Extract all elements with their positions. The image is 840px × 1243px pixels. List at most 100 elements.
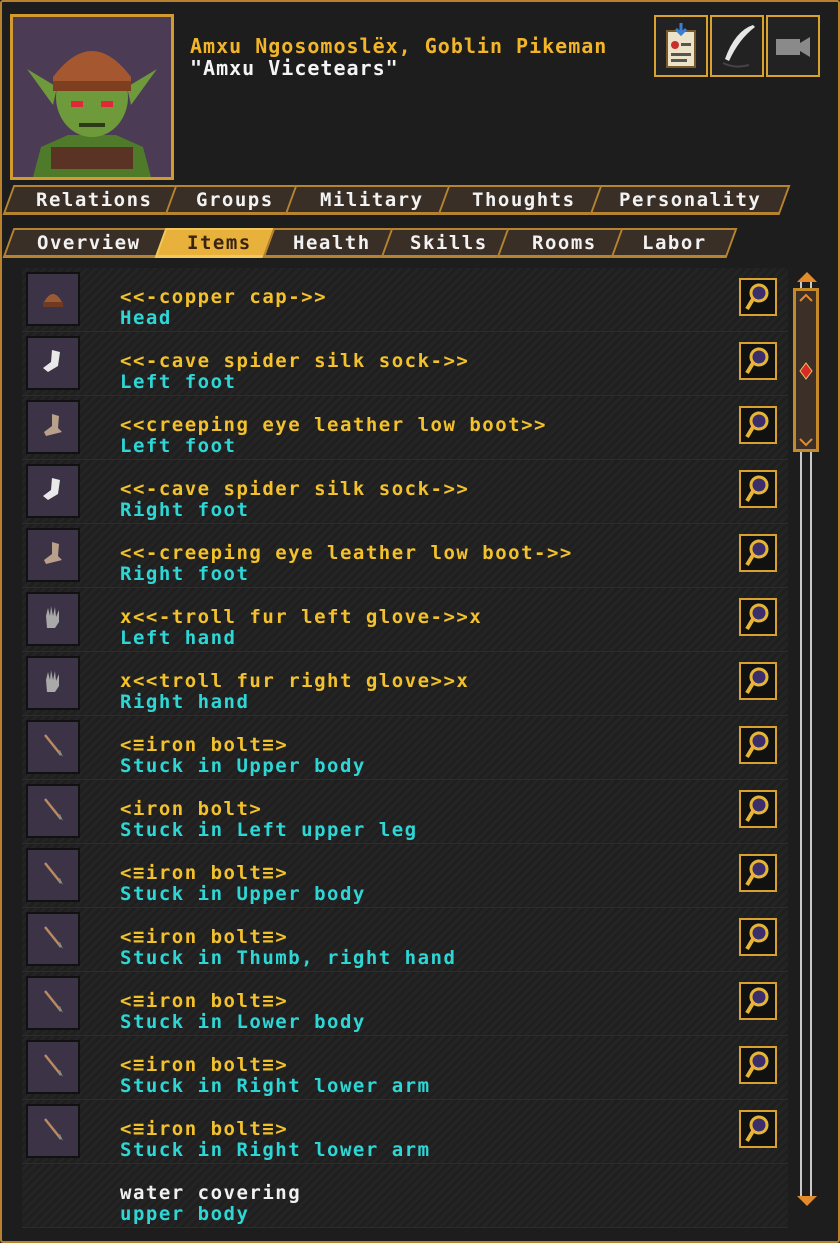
item-thumbnail [26, 720, 80, 774]
zoom-to-item-button[interactable] [739, 598, 777, 636]
item-name: <≡iron bolt≡> [120, 926, 289, 948]
tab-label: Thoughts [472, 188, 576, 211]
item-row[interactable]: x<<-troll fur left glove->>x Left hand [22, 588, 788, 652]
tab-relations[interactable]: Relations [2, 185, 186, 215]
zoom-to-item-button[interactable] [739, 534, 777, 572]
item-location: Stuck in Right lower arm [120, 1075, 431, 1097]
item-row[interactable]: <<-cave spider silk sock->> Left foot [22, 332, 788, 396]
scrollbar-thumb[interactable] [793, 288, 819, 452]
bolt-icon [38, 986, 68, 1020]
zoom-to-item-button[interactable] [739, 790, 777, 828]
scroll-thumb-grip-icon [799, 293, 813, 447]
zoom-to-item-button[interactable] [739, 406, 777, 444]
zoom-to-item-button[interactable] [739, 342, 777, 380]
tab-groups[interactable]: Groups [164, 185, 306, 215]
item-thumbnail [26, 848, 80, 902]
tab-label: Military [319, 188, 424, 211]
item-row[interactable]: <≡iron bolt≡> Stuck in Thumb, right hand [22, 908, 788, 972]
zoom-to-item-button[interactable] [739, 726, 777, 764]
glove-icon [38, 666, 68, 700]
magnifier-icon [745, 603, 769, 631]
magnifier-icon [745, 667, 769, 695]
item-row[interactable]: <<-creeping eye leather low boot->> Right… [22, 524, 788, 588]
zoom-to-item-button[interactable] [739, 1046, 777, 1084]
sock-icon [38, 346, 68, 380]
item-row[interactable]: <≡iron bolt≡> Stuck in Right lower arm [22, 1036, 788, 1100]
glove-icon [38, 602, 68, 636]
item-name: <≡iron bolt≡> [120, 990, 289, 1012]
item-row[interactable]: <≡iron bolt≡> Stuck in Right lower arm [22, 1100, 788, 1164]
item-location: Stuck in Lower body [120, 1011, 366, 1033]
tab-personality[interactable]: Personality [589, 185, 791, 215]
bolt-icon [38, 1114, 68, 1148]
tab-label: Groups [196, 188, 274, 211]
tab-health[interactable]: Health [262, 228, 402, 258]
item-location: Stuck in Thumb, right hand [120, 947, 457, 969]
bolt-icon [38, 730, 68, 764]
item-row[interactable]: <≡iron bolt≡> Stuck in Upper body [22, 716, 788, 780]
item-location: Right foot [120, 563, 250, 585]
item-name: <≡iron bolt≡> [120, 1054, 289, 1076]
boot-icon [38, 538, 68, 572]
item-location: upper body [120, 1203, 250, 1225]
tab-label: Labor [641, 231, 707, 254]
item-thumbnail [26, 784, 80, 838]
bolt-icon [38, 1050, 68, 1084]
item-name: <≡iron bolt≡> [120, 1118, 289, 1140]
zoom-to-item-button[interactable] [739, 470, 777, 508]
tab-label: Items [186, 231, 252, 254]
item-thumbnail [26, 976, 80, 1030]
item-location: Stuck in Right lower arm [120, 1139, 431, 1161]
goblin-portrait-image [13, 17, 171, 177]
quill-button[interactable] [710, 15, 764, 77]
item-name: <<-copper cap->> [120, 286, 328, 308]
zoom-to-item-button[interactable] [739, 1110, 777, 1148]
magnifier-icon [745, 539, 769, 567]
magnifier-icon [745, 859, 769, 887]
item-thumbnail [26, 528, 80, 582]
magnifier-icon [745, 347, 769, 375]
boot-icon [38, 410, 68, 444]
unit-portrait [10, 14, 174, 180]
tab-thoughts[interactable]: Thoughts [437, 185, 611, 215]
bolt-icon [38, 858, 68, 892]
dossier-button[interactable] [654, 15, 708, 77]
tab-labor[interactable]: Labor [610, 228, 738, 258]
item-name: water covering [120, 1182, 302, 1204]
item-list: <<-copper cap->> Head <<-cave spider silk … [22, 268, 788, 1228]
item-row[interactable]: <≡iron bolt≡> Stuck in Lower body [22, 972, 788, 1036]
item-thumbnail [26, 1040, 80, 1094]
item-row[interactable]: <<creeping eye leather low boot>> Left fo… [22, 396, 788, 460]
camera-button[interactable] [766, 15, 820, 77]
sock-icon [38, 474, 68, 508]
tab-military[interactable]: Military [284, 185, 459, 215]
item-name: <<creeping eye leather low boot>> [120, 414, 547, 436]
item-row[interactable]: x<<troll fur right glove>>x Right hand [22, 652, 788, 716]
camera-icon [776, 37, 810, 57]
quill-icon [722, 25, 755, 68]
item-name: <≡iron bolt≡> [120, 734, 289, 756]
zoom-to-item-button[interactable] [739, 278, 777, 316]
item-thumbnail [26, 656, 80, 710]
item-row[interactable]: <<-cave spider silk sock->> Right foot [22, 460, 788, 524]
bolt-icon [38, 922, 68, 956]
item-name: x<<troll fur right glove>>x [120, 670, 470, 692]
magnifier-icon [745, 475, 769, 503]
item-row[interactable]: water covering upper body [22, 1164, 788, 1228]
item-row[interactable]: <<-copper cap->> Head [22, 268, 788, 332]
item-location: Left foot [120, 371, 237, 393]
tab-overview[interactable]: Overview [2, 228, 176, 258]
item-row[interactable]: <iron bolt> Stuck in Left upper leg [22, 780, 788, 844]
item-location: Stuck in Upper body [120, 755, 366, 777]
zoom-to-item-button[interactable] [739, 854, 777, 892]
scroll-down-icon[interactable] [793, 1194, 821, 1208]
item-thumbnail [26, 912, 80, 966]
item-thumbnail [26, 400, 80, 454]
zoom-to-item-button[interactable] [739, 982, 777, 1020]
zoom-to-item-button[interactable] [739, 662, 777, 700]
item-thumbnail [26, 336, 80, 390]
item-location: Stuck in Left upper leg [120, 819, 418, 841]
zoom-to-item-button[interactable] [739, 918, 777, 956]
item-row[interactable]: <≡iron bolt≡> Stuck in Upper body [22, 844, 788, 908]
item-list-scrollbar[interactable] [793, 270, 821, 1210]
